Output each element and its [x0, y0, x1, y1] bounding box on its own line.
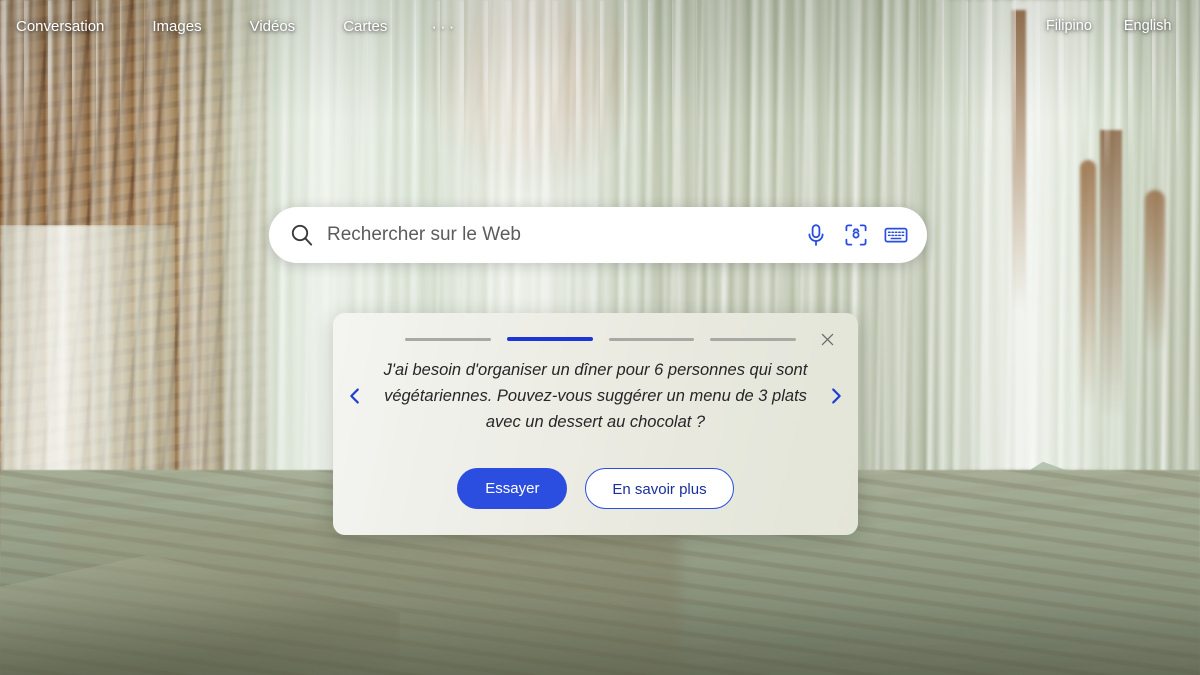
- promo-card-body: J'ai besoin d'organiser un dîner pour 6 …: [333, 357, 858, 435]
- top-navigation: Conversation Images Vidéos Cartes ··· Fi…: [0, 0, 1200, 52]
- microphone-icon[interactable]: [803, 222, 829, 248]
- close-icon[interactable]: [814, 326, 840, 352]
- page-stage: Conversation Images Vidéos Cartes ··· Fi…: [0, 0, 1200, 675]
- search-bar[interactable]: [269, 207, 927, 263]
- nav-item-videos[interactable]: Vidéos: [250, 12, 296, 41]
- search-action-icons: [803, 222, 909, 248]
- nav-item-conversation[interactable]: Conversation: [16, 12, 104, 41]
- nav-item-more[interactable]: ···: [431, 11, 457, 42]
- carousel-progress: [405, 337, 796, 341]
- carousel-prev-icon[interactable]: [333, 363, 377, 429]
- visual-search-icon[interactable]: [843, 222, 869, 248]
- carousel-next-icon[interactable]: [814, 363, 858, 429]
- nav-item-images[interactable]: Images: [152, 12, 201, 41]
- promo-card-actions: Essayer En savoir plus: [333, 468, 858, 509]
- nav-item-english[interactable]: English: [1124, 12, 1172, 41]
- search-input[interactable]: [327, 224, 803, 246]
- learn-more-button[interactable]: En savoir plus: [585, 468, 734, 509]
- search-icon: [289, 222, 315, 248]
- promo-card-text: J'ai besoin d'organiser un dîner pour 6 …: [383, 361, 808, 432]
- search-bar-container: [269, 207, 927, 263]
- carousel-progress-step-3[interactable]: [608, 337, 695, 341]
- try-button[interactable]: Essayer: [457, 468, 568, 509]
- nav-left-group: Conversation Images Vidéos Cartes ···: [0, 11, 477, 42]
- carousel-progress-step-4[interactable]: [710, 337, 796, 341]
- keyboard-icon[interactable]: [883, 222, 909, 248]
- promo-card: J'ai besoin d'organiser un dîner pour 6 …: [333, 313, 858, 535]
- nav-right-group: Filipino English Co: [1030, 12, 1200, 41]
- carousel-progress-step-2[interactable]: [506, 337, 593, 341]
- carousel-progress-step-1[interactable]: [405, 337, 491, 341]
- nav-item-filipino[interactable]: Filipino: [1046, 12, 1092, 41]
- nav-item-cartes[interactable]: Cartes: [343, 12, 387, 41]
